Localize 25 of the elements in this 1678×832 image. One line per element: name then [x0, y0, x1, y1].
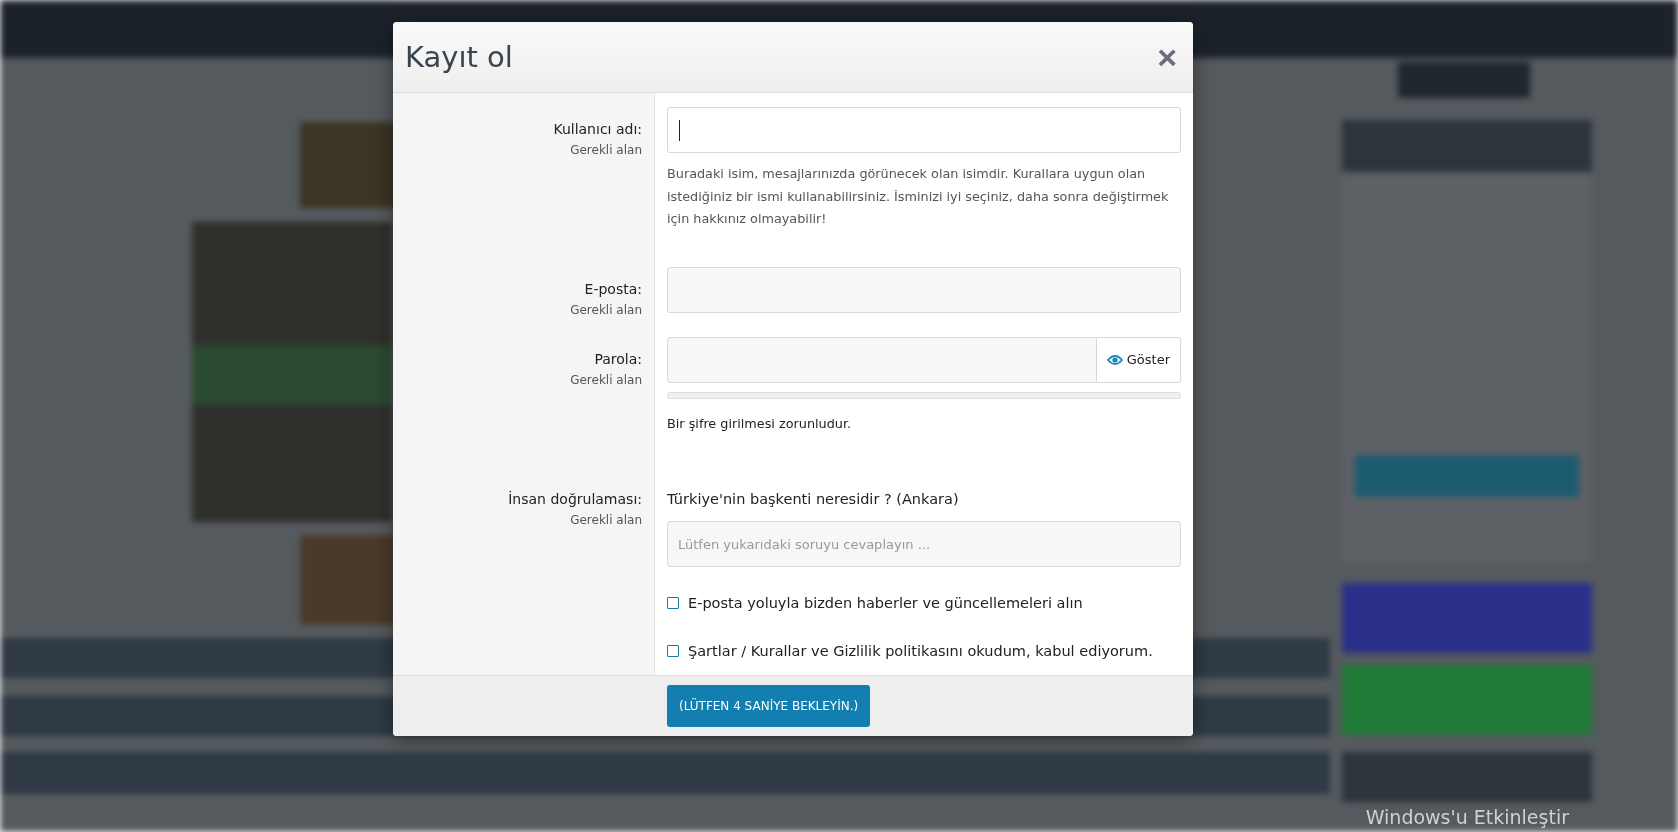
- help-text: Buradaki isim, mesajlarınızda görünecek olan isimdir. Kurallara uygun olan istediğiniz bir ismi kullanabilirsiniz. İsminizi iyi seçiniz, daha sonra değiştirmek için hakkınız olmayabilir!: [667, 165, 1170, 228]
- help-text: Bir şifre girilmesi zorunludur.: [667, 414, 853, 433]
- question-text: Türkiye'nin başkenti neresidir ? (Ankara): [667, 491, 960, 507]
- show-password-button[interactable]: Göster: [1096, 336, 1181, 383]
- dialog-title: Kayıt ol: [405, 40, 513, 74]
- field-label: E-posta:: [584, 280, 642, 297]
- field-label: Kullanıcı adı:: [553, 121, 642, 137]
- checkbox-label: Şartlar / Kurallar ve Gizlilik politikasını okudum, kabul ediyorum.: [688, 643, 1153, 659]
- activation-notice: Windows'u Etkinleştir: [1365, 806, 1569, 828]
- checkbox[interactable]: [667, 645, 679, 657]
- required-note: Gerekli alan: [570, 143, 642, 157]
- field-label: İnsan doğrulaması:: [508, 491, 642, 507]
- input-field[interactable]: [667, 266, 1181, 313]
- answer-field[interactable]: Lütfen yukarıdaki soruyu cevaplayın ...: [667, 521, 1181, 567]
- close-button[interactable]: ×: [1153, 40, 1181, 74]
- field-label: Parola:: [594, 350, 642, 367]
- password-field[interactable]: [667, 336, 1097, 383]
- checkbox[interactable]: [667, 597, 679, 609]
- required-note: Gerekli alan: [570, 513, 642, 527]
- submit-button[interactable]: (LÜTFEN 4 SANİYE BEKLEYİN.): [667, 685, 871, 727]
- required-note: Gerekli alan: [570, 302, 642, 317]
- eye-icon: [1106, 353, 1123, 366]
- input-field[interactable]: [667, 107, 1181, 153]
- required-note: Gerekli alan: [570, 372, 642, 387]
- checkbox-label: E-posta yoluyla bizden haberler ve güncellemeleri alın: [688, 595, 1083, 611]
